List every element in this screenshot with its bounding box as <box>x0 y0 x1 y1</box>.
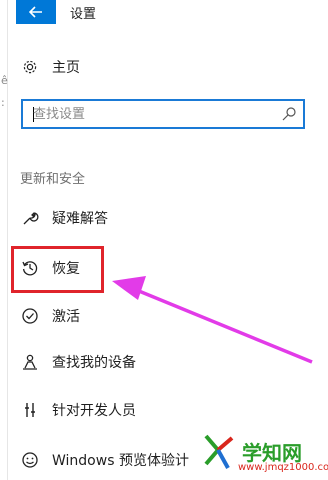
title-bar: 设置 <box>8 0 328 24</box>
nav-home-label: 主页 <box>52 60 80 76</box>
nav-troubleshoot[interactable]: 疑难解答 <box>8 203 328 233</box>
watermark-logo <box>204 434 234 469</box>
section-title: 更新和安全 <box>20 172 86 187</box>
nav-find-my-device-label: 查找我的设备 <box>52 355 136 371</box>
search-input[interactable] <box>33 104 273 124</box>
nav-for-developers[interactable]: 针对开发人员 <box>8 395 328 425</box>
edge-glyph: : <box>1 96 5 109</box>
smiley-icon <box>20 450 40 470</box>
left-window-edge: ê : <box>0 0 8 480</box>
edge-glyph: ê <box>1 74 8 87</box>
watermark-url: www.jmqz1000.com <box>238 462 328 473</box>
wrench-icon <box>20 208 40 228</box>
search-box[interactable] <box>21 99 305 129</box>
nav-windows-insider-label: Windows 预览体验计 <box>52 453 189 469</box>
developer-tools-icon <box>20 400 40 420</box>
search-icon[interactable] <box>281 106 297 122</box>
nav-activation-label: 激活 <box>52 309 80 325</box>
gear-icon <box>20 57 40 77</box>
back-button[interactable] <box>16 0 56 24</box>
nav-home[interactable]: 主页 <box>8 52 328 82</box>
nav-for-developers-label: 针对开发人员 <box>52 403 136 419</box>
person-pin-icon <box>20 352 40 372</box>
check-circle-icon <box>20 306 40 326</box>
highlight-box <box>11 246 104 293</box>
nav-activation[interactable]: 激活 <box>8 301 328 331</box>
window-title: 设置 <box>70 7 97 22</box>
nav-find-my-device[interactable]: 查找我的设备 <box>8 347 328 377</box>
nav-troubleshoot-label: 疑难解答 <box>52 211 108 227</box>
back-arrow-icon <box>29 6 42 18</box>
